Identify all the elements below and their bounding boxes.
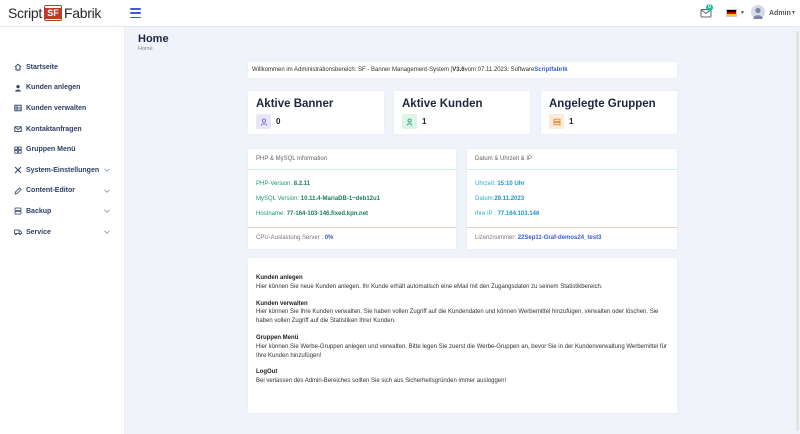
envelope-icon (14, 126, 22, 132)
stat-card-aktive-banner: Aktive Banner 0 (248, 91, 384, 134)
help-block: LogOut Bei verlassen des Admin-Bereiches… (256, 368, 669, 386)
php-mysql-panel: PHP & MySQL Information PHP-Version: 8.2… (248, 149, 456, 249)
mail-count-badge: 0 (706, 4, 713, 11)
top-bar: Script SF Fabrik 0 ▼ Admin ▼ (0, 0, 800, 27)
user-check-icon (402, 114, 417, 129)
chevron-down-icon (104, 189, 110, 193)
sidebar-item-system-einstellungen[interactable]: System-Einstellungen (0, 160, 125, 181)
scrollbar-thumb[interactable] (796, 31, 799, 431)
php-version-row: PHP-Version: 8.2.11 (256, 181, 311, 187)
sidebar-item-label: Backup (26, 207, 52, 215)
sidebar-item-label: Startseite (26, 63, 58, 71)
hostname-row: Hostname: 77-164-103-146.fixed.kpn.net (256, 211, 369, 217)
stat-card-angelegte-gruppen: Angelegte Gruppen 1 (541, 91, 677, 134)
sidebar-item-label: Kunden verwalten (26, 104, 87, 112)
user-icon (256, 114, 271, 129)
sidebar-item-startseite[interactable]: Startseite (0, 57, 125, 78)
date-time-ip-panel: Datum & Uhrzeit & IP Uhrzeit: 15:10 Uhr … (467, 149, 677, 249)
truck-icon (14, 229, 22, 236)
scrollbar[interactable] (795, 27, 800, 434)
help-title: Kunden verwalten (256, 300, 308, 307)
server-icon (549, 114, 564, 129)
sidebar-item-label: Service (26, 228, 51, 236)
cpu-load-row: CPU-Auslastung Server : 0% (248, 227, 456, 249)
stat-title: Angelegte Gruppen (549, 98, 656, 110)
time-row: Uhrzeit: 15:10 Uhr (475, 181, 525, 187)
help-descriptions: Kunden anlegen Hier können Sie neue Kund… (248, 258, 677, 413)
user-label[interactable]: Admin (769, 10, 791, 17)
sidebar-item-label: Content-Editor (26, 187, 75, 195)
chevron-down-icon (104, 209, 110, 214)
help-block: Gruppen Menü Hier können Sie Werbe-Grupp… (256, 334, 669, 360)
welcome-bar: Willkommen im Administrationsbereich: SF… (248, 62, 677, 78)
help-title: LogOut (256, 369, 278, 376)
sidebar-nav: Startseite Kunden anlegen Kunden verwalt… (0, 57, 125, 242)
home-icon (14, 63, 22, 71)
grid-icon (14, 146, 22, 154)
date-row: Datum:29.11.2023 (475, 196, 525, 202)
mysql-version-row: MySQL Version: 10.11.4-MariaDB-1~deb12u1 (256, 196, 381, 202)
welcome-text: Willkommen im Administrationsbereich: SF… (252, 67, 453, 73)
sidebar-item-label: Kunden anlegen (26, 84, 81, 92)
panel-title: PHP & MySQL Information (248, 149, 456, 170)
chevron-down-icon (104, 168, 110, 172)
help-text: Hier können Sie Werbe-Gruppen anlegen un… (256, 343, 667, 359)
sidebar-item-service[interactable]: Service (0, 222, 125, 243)
stat-card-aktive-kunden: Aktive Kunden 1 (394, 91, 530, 134)
stat-value: 0 (276, 117, 281, 126)
sidebar-item-kunden-anlegen[interactable]: Kunden anlegen (0, 78, 125, 99)
menu-toggle-icon[interactable] (130, 8, 141, 18)
chevron-down-icon (104, 230, 110, 234)
sidebar-item-kontaktanfragen[interactable]: Kontaktanfragen (0, 119, 125, 140)
help-text: Hier können Sie neue Kunden anlegen. Ihr… (256, 283, 603, 290)
help-block: Kunden verwalten Hier können Sie Ihre Ku… (256, 300, 669, 326)
sidebar-item-gruppen-menue[interactable]: Gruppen Menü (0, 139, 125, 160)
logo-text-script: Script (8, 5, 42, 21)
stat-title: Aktive Banner (256, 98, 334, 110)
sidebar-item-kunden-verwalten[interactable]: Kunden verwalten (0, 98, 125, 119)
logo-badge-text: SF (45, 7, 61, 19)
logo-text-fabrik: Fabrik (64, 5, 102, 21)
license-row: Lizenznummer: 22Sep11-Graf-demos24_test3 (467, 227, 677, 249)
help-text: Bei verlassen des Admin-Bereiches sollte… (256, 378, 507, 385)
welcome-date-text: vom 07.11.2023: Software (464, 67, 535, 73)
german-flag-icon[interactable] (726, 9, 737, 17)
brand-link[interactable]: Scriptfabrik (534, 67, 567, 73)
stat-value: 1 (422, 117, 427, 126)
stat-title: Aktive Kunden (402, 98, 483, 110)
language-caret-icon[interactable]: ▼ (740, 10, 745, 16)
panel-title: Datum & Uhrzeit & IP (467, 149, 677, 170)
help-title: Gruppen Menü (256, 334, 299, 341)
ip-row: Ihre IP : 77.164.103.146 (475, 211, 540, 217)
page-title: Home (138, 33, 169, 45)
breadcrumb[interactable]: Home (138, 46, 153, 52)
edit-icon (14, 187, 22, 195)
stat-value: 1 (569, 117, 574, 126)
sidebar-item-label: System-Einstellungen (26, 166, 100, 174)
logo[interactable]: Script SF Fabrik (8, 4, 101, 22)
tools-icon (14, 166, 22, 174)
user-caret-icon[interactable]: ▼ (791, 10, 796, 16)
database-icon (14, 208, 22, 215)
avatar[interactable] (751, 5, 765, 21)
sidebar-item-backup[interactable]: Backup (0, 201, 125, 222)
sidebar-item-label: Gruppen Menü (26, 146, 76, 154)
user-icon (15, 84, 21, 92)
sidebar: Startseite Kunden anlegen Kunden verwalt… (0, 27, 125, 434)
logo-badge: SF (44, 5, 62, 21)
table-icon (14, 105, 22, 112)
version-label: V3.6 (452, 67, 465, 73)
sidebar-item-label: Kontaktanfragen (26, 125, 82, 133)
sidebar-item-content-editor[interactable]: Content-Editor (0, 181, 125, 202)
help-text: Hier können Sie Ihre Kunden verwalten. S… (256, 309, 659, 325)
help-title: Kunden anlegen (256, 275, 303, 281)
help-block: Kunden anlegen Hier können Sie neue Kund… (256, 274, 669, 292)
